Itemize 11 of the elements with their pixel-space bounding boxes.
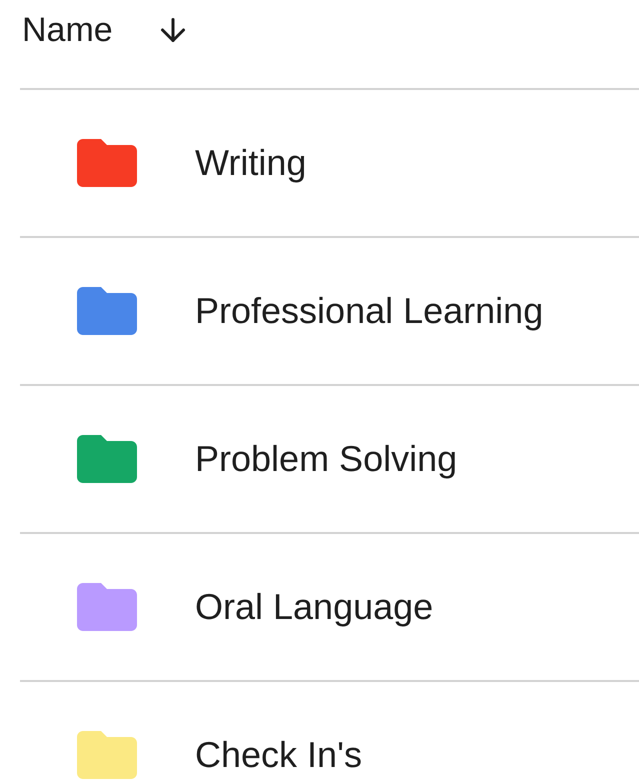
folder-name: Professional Learning bbox=[195, 289, 544, 333]
folder-name: Writing bbox=[195, 141, 306, 185]
column-header[interactable]: Name bbox=[22, 8, 113, 52]
folder-row[interactable]: Oral Language bbox=[20, 534, 639, 682]
folder-name: Oral Language bbox=[195, 585, 434, 629]
folder-row[interactable]: Problem Solving bbox=[20, 386, 639, 534]
folder-row[interactable]: Check In's bbox=[20, 682, 639, 782]
folder-name: Problem Solving bbox=[195, 437, 458, 481]
folder-row[interactable]: Professional Learning bbox=[20, 238, 639, 386]
folder-name: Check In's bbox=[195, 733, 362, 777]
folder-row[interactable]: Writing bbox=[20, 90, 639, 238]
